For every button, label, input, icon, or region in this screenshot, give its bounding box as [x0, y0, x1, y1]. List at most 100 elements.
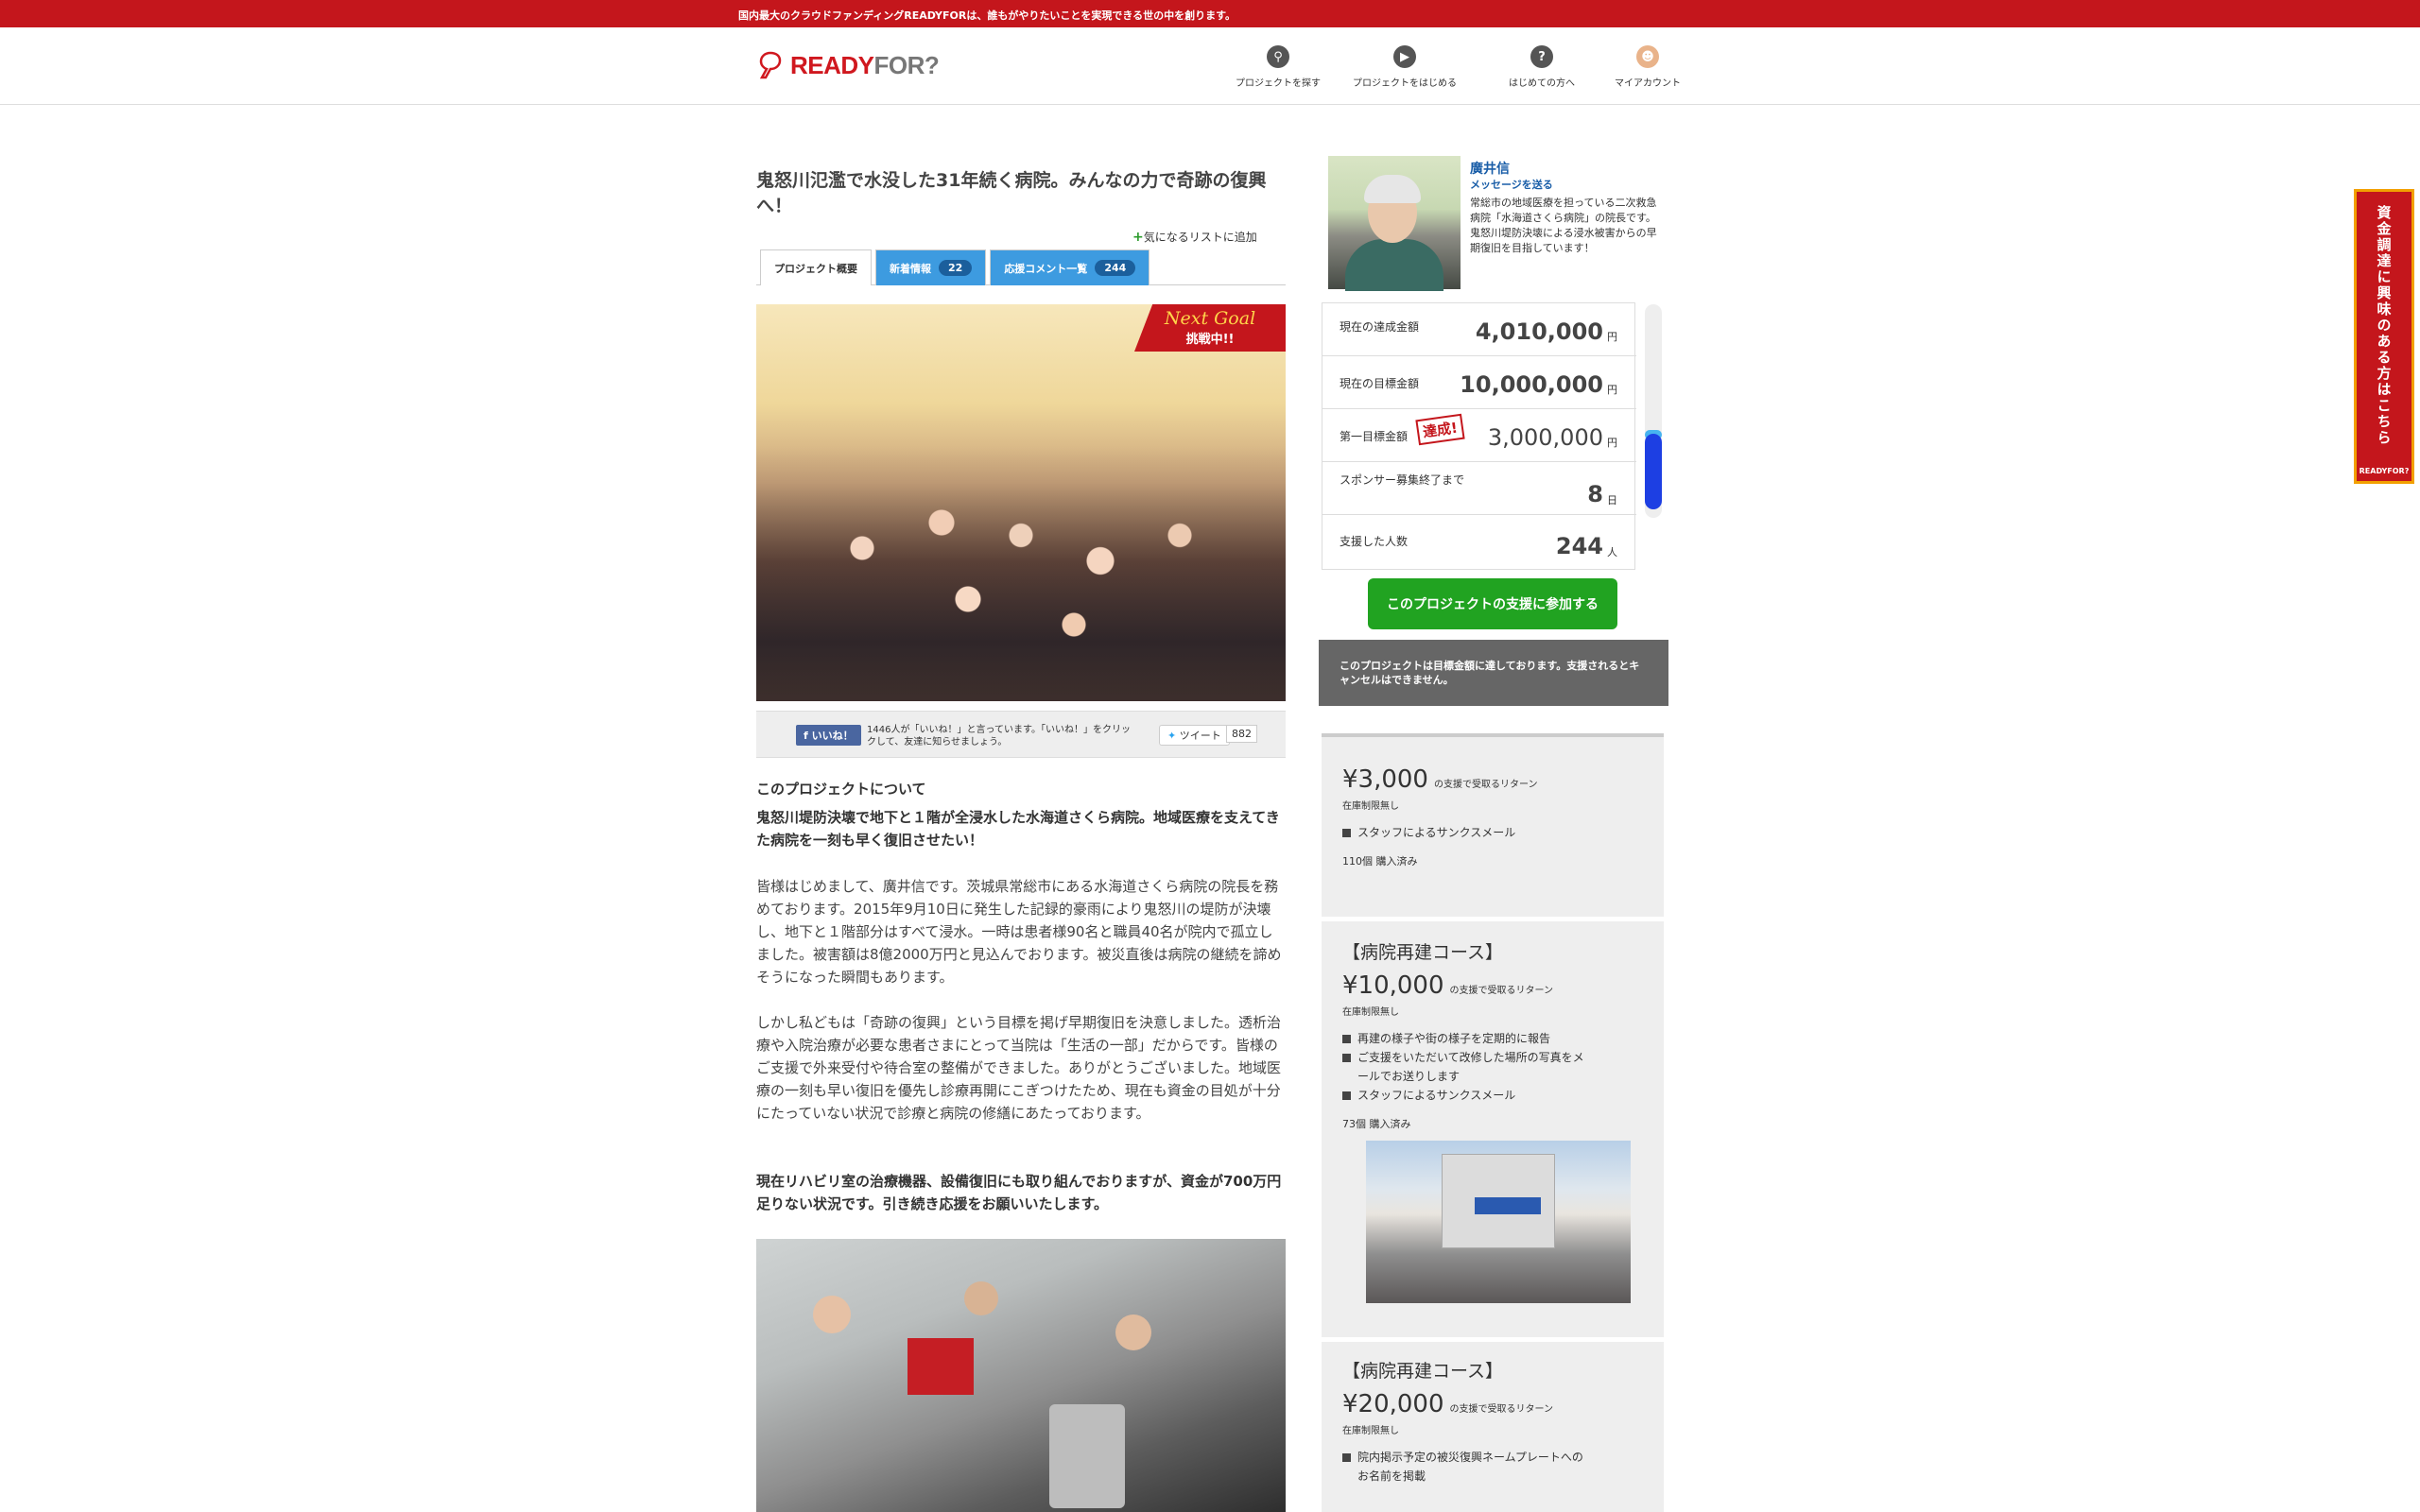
nav-beginners[interactable]: ? はじめての方へ	[1480, 45, 1603, 89]
tab-overview-label: プロジェクト概要	[774, 262, 857, 275]
nav-search[interactable]: ⚲ プロジェクトを探す	[1217, 45, 1340, 89]
author-name[interactable]: 廣井信	[1470, 159, 1510, 178]
logo-mark-icon	[759, 51, 782, 79]
reward-3000[interactable]: ¥3,000 の支援で受取るリターン 在庫制限無し スタッフによるサンクスメール …	[1322, 737, 1664, 917]
avatar-icon: ☻	[1636, 45, 1659, 68]
facebook-like-button[interactable]: f いいね！	[796, 725, 861, 746]
days-left-value: 8	[1587, 481, 1603, 507]
nav-my-account[interactable]: ☻ マイアカウント	[1586, 45, 1709, 89]
scrollbar-thumb[interactable]	[1645, 434, 1662, 509]
tab-updates-label: 新着情報	[890, 262, 931, 275]
stat-current-amount: 現在の達成金額 4,010,000 円	[1322, 303, 1636, 356]
tweet-count: 882	[1226, 725, 1257, 743]
tweet-button[interactable]: ✦ ツイート	[1159, 725, 1230, 746]
tab-comments[interactable]: 応援コメント一覧 244	[990, 249, 1150, 285]
photo-red-jacket	[908, 1338, 974, 1395]
funding-stats-panel: 現在の達成金額 4,010,000 円 現在の目標金額 10,000,000 円…	[1322, 302, 1636, 570]
reward-item: 再建の様子や街の様子を定期的に報告	[1342, 1029, 1664, 1048]
reward-course: 【病院再建コース】	[1342, 1361, 1504, 1382]
ribbon-next-goal: Next Goal	[1164, 308, 1256, 329]
content-lead: 鬼怒川堤防決壊で地下と１階が全浸水した水海道さくら病院。地域医療を支えてきた病院…	[756, 809, 1280, 849]
reward-item: スタッフによるサンクスメール	[1342, 1086, 1664, 1105]
cleanup-photo	[756, 1239, 1286, 1512]
first-goal-label: 第一目標金額	[1340, 430, 1409, 443]
help-icon: ?	[1530, 45, 1553, 68]
content-heading: このプロジェクトについて	[756, 781, 926, 798]
readyfor-logo[interactable]: READYFOR?	[754, 49, 940, 81]
support-project-button[interactable]: このプロジェクトの支援に参加する	[1368, 578, 1617, 629]
stat-first-goal: 第一目標金額 3,000,000 円	[1322, 409, 1636, 462]
like-label: いいね！	[811, 730, 854, 742]
side-banner-logo: READYFOR?	[2359, 467, 2410, 475]
photo-person	[1115, 1314, 1151, 1350]
tweet-label: ツイート	[1179, 730, 1221, 742]
reward-item: スタッフによるサンクスメール	[1342, 823, 1664, 842]
next-goal-ribbon: Next Goal 挑戦中!!	[1134, 304, 1286, 352]
reward-bought: 73個 購入済み	[1342, 1118, 1411, 1130]
author-photo	[1328, 156, 1461, 291]
project-title: 鬼怒川氾濫で水没した31年続く病院。みんなの力で奇跡の復興へ！	[756, 170, 1267, 216]
stat-goal-amount: 現在の目標金額 10,000,000 円	[1322, 356, 1636, 409]
yen-unit: 円	[1607, 384, 1617, 396]
add-favorite-link[interactable]: +気になるリストに追加	[1132, 229, 1257, 245]
announcement-text: 国内最大のクラウドファンディングREADYFORは、誰もがやりたいことを実現でき…	[738, 9, 1236, 22]
reward-price: ¥3,000	[1342, 765, 1428, 794]
project-main-photo: Next Goal 挑戦中!!	[756, 304, 1286, 701]
reward-price: ¥20,000	[1342, 1390, 1444, 1418]
plus-icon: +	[1132, 230, 1144, 245]
reward-suffix: の支援で受取るリターン	[1449, 1404, 1554, 1415]
content-paragraph-3: 現在リハビリ室の治療機器、設備復旧にも取り組んでおりますが、資金が700万円足り…	[756, 1173, 1282, 1212]
nav-search-label: プロジェクトを探す	[1236, 78, 1321, 89]
stats-scrollbar[interactable]	[1645, 304, 1662, 518]
content-paragraph-2: しかし私どもは「奇跡の復興」という目標を掲げ早期復旧を決意しました。透析治療や入…	[756, 1014, 1282, 1122]
yen-unit: 円	[1607, 331, 1617, 343]
nav-start-label: プロジェクトをはじめる	[1353, 78, 1457, 89]
tab-updates[interactable]: 新着情報 22	[875, 249, 987, 285]
side-banner-text: 資金調達に興味のある方はこちら	[2375, 205, 2393, 446]
current-amount-label: 現在の達成金額	[1340, 320, 1420, 334]
backers-label: 支援した人数	[1340, 535, 1409, 548]
fundraising-side-banner[interactable]: 資金調達に興味のある方はこちら READYFOR?	[2354, 189, 2414, 484]
like-count-text: 1446人が「いいね！」と言っています。「いいね！」をクリックして、友達に知らせ…	[867, 725, 1131, 747]
logo-text-for: FOR?	[873, 50, 940, 79]
goal-reached-notice: このプロジェクトは目標金額に達しております。支援されるとキャンセルはできません。	[1319, 640, 1668, 706]
first-goal-value: 3,000,000	[1487, 424, 1603, 451]
logo-text-ready: READY	[790, 50, 874, 79]
send-message-link[interactable]: メッセージを送る	[1470, 177, 1553, 192]
tab-updates-count: 22	[939, 260, 973, 276]
photo-person	[964, 1281, 998, 1315]
project-tabs: プロジェクト概要 新着情報 22 応援コメント一覧 244	[756, 249, 1286, 285]
reward-suffix: の支援で受取るリターン	[1449, 986, 1554, 996]
backers-unit: 人	[1607, 546, 1617, 558]
photo-bucket	[1049, 1404, 1125, 1508]
photo-person	[813, 1296, 851, 1333]
reward-photo	[1366, 1141, 1631, 1303]
social-bar: f いいね！ 1446人が「いいね！」と言っています。「いいね！」をクリックして…	[756, 711, 1286, 758]
play-icon: ▶	[1393, 45, 1416, 68]
photo-crowd	[756, 446, 1286, 701]
add-favorite-label: 気になるリストに追加	[1143, 231, 1257, 244]
reward-item: ご支援をいただいて改修した場所の写真をメールでお送りします	[1342, 1048, 1588, 1086]
current-amount-value: 4,010,000	[1475, 318, 1603, 345]
nav-account-label: マイアカウント	[1615, 78, 1681, 89]
content-paragraph-1: 皆様はじめまして、廣井信です。茨城県常総市にある水海道さくら病院の院長を務めてお…	[756, 878, 1282, 986]
reward-limit: 在庫制限無し	[1342, 1426, 1399, 1436]
reward-course: 【病院再建コース】	[1342, 942, 1504, 963]
top-announcement-bar: 国内最大のクラウドファンディングREADYFORは、誰もがやりたいことを実現でき…	[0, 0, 2420, 27]
reward-suffix: の支援で受取るリターン	[1433, 780, 1538, 790]
nav-start-project[interactable]: ▶ プロジェクトをはじめる	[1343, 45, 1466, 89]
author-description: 常総市の地域医療を担っている二次救急病院「水海道さくら病院」の院長です。鬼怒川堤…	[1470, 197, 1657, 254]
reward-20000[interactable]: 【病院再建コース】 ¥20,000 の支援で受取るリターン 在庫制限無し 院内掲示…	[1322, 1342, 1664, 1512]
days-unit: 日	[1607, 494, 1617, 507]
reward-limit: 在庫制限無し	[1342, 1007, 1399, 1018]
site-header	[0, 27, 2420, 105]
reward-bought: 110個 購入済み	[1342, 855, 1418, 868]
twitter-icon: ✦	[1167, 730, 1180, 742]
search-icon: ⚲	[1267, 45, 1289, 68]
stat-backers: 支援した人数 244 人	[1322, 516, 1636, 569]
tab-overview[interactable]: プロジェクト概要	[760, 249, 872, 285]
reward-10000[interactable]: 【病院再建コース】 ¥10,000 の支援で受取るリターン 在庫制限無し 再建の様…	[1322, 921, 1664, 1337]
backers-value: 244	[1555, 533, 1603, 559]
reward-price: ¥10,000	[1342, 971, 1444, 1000]
reward-limit: 在庫制限無し	[1342, 801, 1399, 812]
